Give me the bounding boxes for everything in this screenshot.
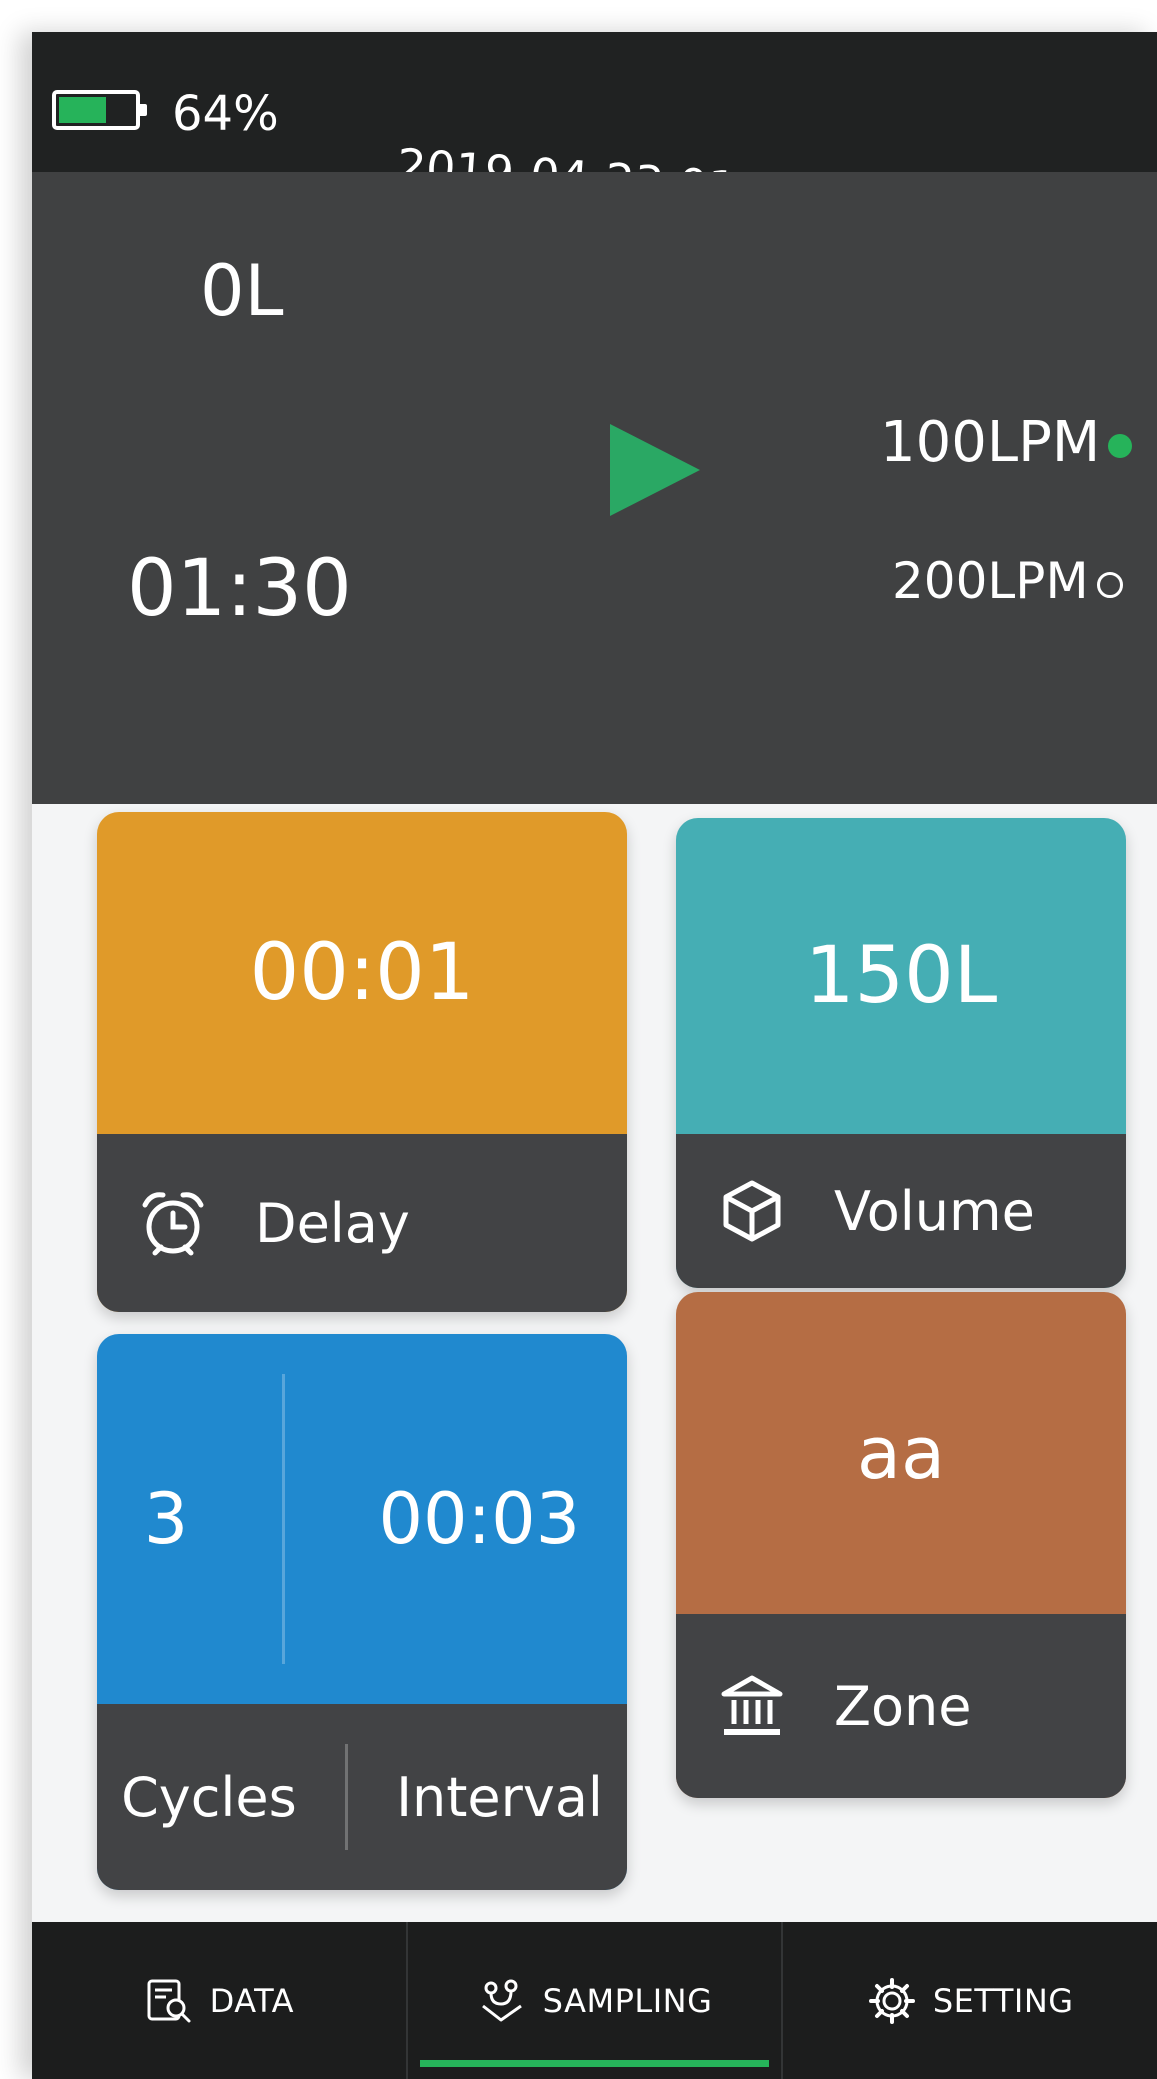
battery-icon: [52, 90, 147, 130]
data-search-icon: [147, 1979, 191, 2022]
cycles-interval-tile[interactable]: 3 00:03 Cycles Interval: [97, 1334, 627, 1890]
volume-value: 150L: [804, 931, 998, 1021]
zone-label: Zone: [834, 1674, 972, 1738]
sampling-icon: [481, 1979, 522, 2021]
volume-footer: Volume: [676, 1134, 1126, 1288]
nav-sampling-label: SAMPLING: [542, 1981, 713, 2020]
gear-icon: [868, 1977, 915, 2024]
interval-label: Interval: [396, 1765, 603, 1829]
cube-icon: [723, 1180, 781, 1242]
interval-value: 00:03: [378, 1478, 581, 1560]
cycles-interval-footer: Cycles Interval: [97, 1704, 627, 1890]
nav-data-label: DATA: [209, 1981, 295, 2020]
flow-rate-label: 200LPM: [892, 552, 1089, 610]
zone-value: aa: [856, 1411, 946, 1495]
status-bar: 64% 2019-04-23 01:43 PM: [32, 32, 1157, 227]
device-screen: 64% 2019-04-23 01:43 PM 0L 01:30 100LPM …: [32, 32, 1157, 2079]
battery-percent: 64%: [172, 86, 279, 142]
cycles-interval-values: 3 00:03: [97, 1334, 627, 1704]
volume-label: Volume: [834, 1179, 1035, 1243]
delay-value: 00:01: [249, 928, 475, 1018]
cycles-label: Cycles: [121, 1765, 297, 1829]
delay-label: Delay: [255, 1191, 410, 1255]
flow-rate-option-100[interactable]: 100LPM: [880, 410, 1133, 475]
flow-rate-label: 100LPM: [880, 410, 1101, 475]
sampling-time: 01:30: [127, 544, 352, 634]
divider: [281, 1374, 285, 1664]
zone-tile[interactable]: aa Zone: [676, 1292, 1126, 1798]
sampling-status-panel: 0L 01:30 100LPM 200LPM: [32, 172, 1157, 804]
delay-footer: Delay: [97, 1134, 627, 1312]
play-icon[interactable]: [610, 424, 700, 516]
zone-footer: Zone: [676, 1614, 1126, 1798]
cycles-value: 3: [143, 1478, 189, 1560]
delay-tile[interactable]: 00:01 Delay: [97, 812, 627, 1312]
volume-tile[interactable]: 150L Volume: [676, 818, 1126, 1288]
nav-setting[interactable]: SETTING: [783, 1922, 1157, 2079]
divider: [344, 1744, 348, 1850]
building-icon: [721, 1675, 783, 1735]
nav-setting-label: SETTING: [932, 1981, 1074, 2020]
battery-level-fill: [59, 97, 106, 123]
alarm-clock-icon: [142, 1192, 204, 1256]
flow-rate-option-200[interactable]: 200LPM: [892, 552, 1123, 610]
radio-selected-icon: [1108, 433, 1133, 458]
bottom-nav: DATA SAMPLING SETTING: [32, 1922, 1157, 2079]
nav-sampling[interactable]: SAMPLING: [408, 1922, 784, 2079]
radio-unselected-icon: [1096, 571, 1123, 598]
sampled-volume: 0L: [200, 250, 284, 332]
nav-data[interactable]: DATA: [32, 1922, 408, 2079]
